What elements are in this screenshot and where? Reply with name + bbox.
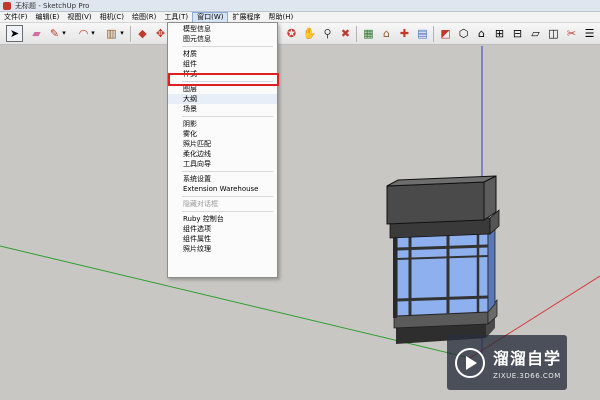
menu-item-entity-info[interactable]: 图元信息 — [168, 34, 277, 44]
select-arrow-icon[interactable]: ➤ — [6, 25, 23, 42]
menu-item-materials[interactable]: 材质 — [168, 49, 277, 59]
window-menu-dropdown: 模型信息 图元信息 材质 组件 样式 图层 大纲 场景 阴影 雾化 照片匹配 柔… — [167, 22, 279, 278]
left-view-icon[interactable]: ◫ — [545, 25, 562, 42]
menu-item-preferences[interactable]: 系统设置 — [168, 174, 277, 184]
chevron-down-icon[interactable]: ▾ — [60, 25, 68, 42]
menu-camera[interactable]: 相机(C) — [96, 12, 128, 23]
menu-separator — [182, 211, 273, 212]
menu-item-components[interactable]: 组件 — [168, 59, 277, 69]
styles-icon[interactable]: ▤ — [414, 25, 431, 42]
sketchup-app-icon — [3, 1, 11, 10]
menu-item-fog[interactable]: 雾化 — [168, 129, 277, 139]
menu-item-ruby-console[interactable]: Ruby 控制台 — [168, 214, 277, 224]
menu-item-component-attributes[interactable]: 组件属性 — [168, 234, 277, 244]
watermark-title: 溜溜自学 — [493, 349, 562, 368]
menu-item-match-photo[interactable]: 照片匹配 — [168, 139, 277, 149]
play-logo-icon — [455, 347, 485, 378]
menu-item-photo-textures[interactable]: 照片纹理 — [168, 244, 277, 254]
back-view-icon[interactable]: ▱ — [527, 25, 544, 42]
menu-help[interactable]: 帮助(H) — [264, 12, 297, 23]
window-model — [386, 175, 500, 344]
pan-icon[interactable]: ✋ — [301, 25, 318, 42]
styles-highlight-box — [168, 73, 279, 86]
watermark: 溜溜自学 ZIXUE.3D66.COM — [447, 335, 567, 390]
menu-item-component-options[interactable]: 组件选项 — [168, 224, 277, 234]
zoom-icon[interactable]: ⚲ — [319, 25, 336, 42]
extension-warehouse-icon[interactable]: ✚ — [396, 25, 413, 42]
components-icon[interactable]: ▦ — [360, 25, 377, 42]
menu-separator — [182, 116, 273, 117]
menu-item-hide-dialogs: 隐藏对话框 — [183, 200, 218, 208]
menu-separator — [182, 171, 273, 172]
menu-item-extension-warehouse[interactable]: Extension Warehouse — [168, 184, 277, 194]
menu-item-soften-edges[interactable]: 柔化边线 — [168, 149, 277, 159]
iso-view-icon[interactable]: ⬡ — [455, 25, 472, 42]
zoom-extents-icon[interactable]: ✖ — [337, 25, 354, 42]
window-title: 无标题 - SketchUp Pro — [15, 1, 90, 10]
right-view-icon[interactable]: ⊟ — [509, 25, 526, 42]
menu-view[interactable]: 视图(V) — [63, 12, 95, 23]
menu-bar: 文件(F) 编辑(E) 视图(V) 相机(C) 绘图(R) 工具(T) 窗口(W… — [0, 11, 600, 23]
menu-separator — [182, 46, 273, 47]
menu-tools[interactable]: 工具(T) — [160, 12, 192, 23]
menu-item-shadows[interactable]: 阴影 — [168, 119, 277, 129]
menu-item-model-info[interactable]: 模型信息 — [168, 24, 277, 34]
menu-item-scenes[interactable]: 场景 — [168, 104, 277, 114]
menu-item-instructor[interactable]: 工具向导 — [168, 159, 277, 169]
watermark-url: ZIXUE.3D66.COM — [493, 372, 561, 380]
orbit-icon[interactable]: ✪ — [283, 25, 300, 42]
wireframe-icon[interactable]: ☰ — [581, 25, 598, 42]
xray-icon[interactable]: ✂ — [563, 25, 580, 42]
menu-separator — [182, 196, 273, 197]
chevron-down-icon[interactable]: ▾ — [118, 25, 126, 42]
main-toolbar: ➤ ▰ ✎ ▾ ◠ ▾ ▥ ▾ ◆ ✥ ✪ ✋ ⚲ ✖ ▦ ⌂ ✚ ▤ ◩ ⬡ … — [0, 23, 600, 45]
menu-edit[interactable]: 编辑(E) — [32, 12, 64, 23]
section-plane-icon[interactable]: ◩ — [437, 25, 454, 42]
push-pull-icon[interactable]: ◆ — [134, 25, 151, 42]
warehouse-icon[interactable]: ⌂ — [378, 25, 395, 42]
chevron-down-icon[interactable]: ▾ — [89, 25, 97, 42]
menu-file[interactable]: 文件(F) — [0, 12, 32, 23]
menu-draw[interactable]: 绘图(R) — [128, 12, 160, 23]
menu-item-outliner[interactable]: 大纲 — [168, 94, 277, 104]
eraser-icon[interactable]: ▰ — [28, 25, 45, 42]
front-view-icon[interactable]: ⊞ — [491, 25, 508, 42]
menu-extensions[interactable]: 扩展程序 — [228, 12, 264, 23]
menu-window[interactable]: 窗口(W) — [192, 11, 229, 23]
title-bar: 无标题 - SketchUp Pro — [0, 0, 600, 12]
top-view-icon[interactable]: ⌂ — [473, 25, 490, 42]
